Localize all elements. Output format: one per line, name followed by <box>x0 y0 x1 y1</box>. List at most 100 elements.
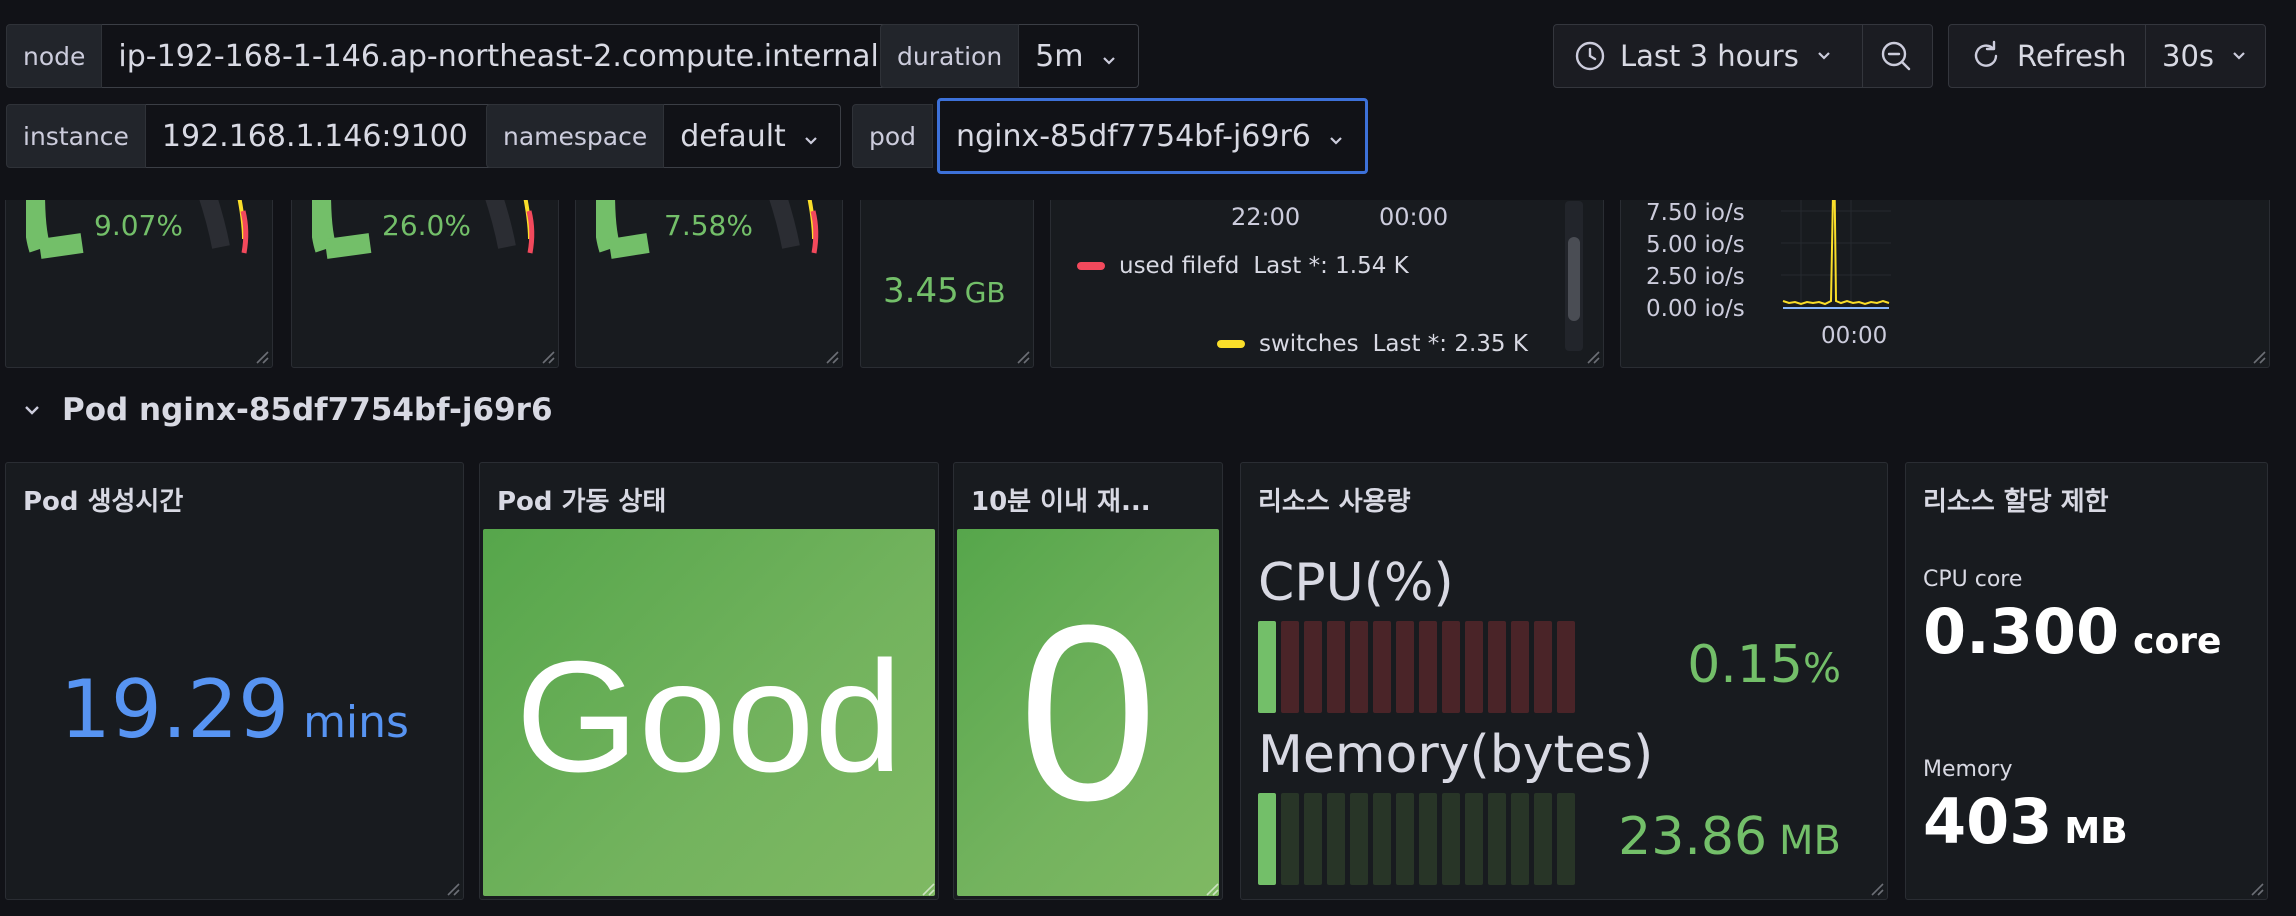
bar-gauge-segment <box>1488 621 1506 713</box>
bar-gauge-segment <box>1442 793 1460 885</box>
refresh-button[interactable]: Refresh <box>1949 25 2145 87</box>
cpu-unit: % <box>1802 646 1841 692</box>
bar-gauge-segment <box>1327 621 1345 713</box>
pod-variable-label: pod <box>852 104 934 168</box>
resize-handle-icon[interactable] <box>253 348 269 364</box>
gauge-value: 26.0% <box>382 209 471 242</box>
x-axis-tick: 22:00 <box>1231 203 1301 231</box>
resize-handle-icon[interactable] <box>1584 348 1600 364</box>
namespace-variable-label: namespace <box>486 104 665 168</box>
bar-gauge-segment <box>1373 621 1391 713</box>
bar-gauge-segment <box>1557 793 1575 885</box>
pod-restarts-panel: 10분 이내 재... 0 <box>953 462 1223 900</box>
bar-gauge-segment <box>1304 621 1322 713</box>
y-axis-labels: 7.50 io/s 5.00 io/s 2.50 io/s 0.00 io/s <box>1646 197 1745 325</box>
node-select[interactable]: ip-192-168-1-146.ap-northeast-2.compute.… <box>102 24 934 88</box>
resize-handle-icon[interactable] <box>1014 348 1030 364</box>
cpu-limit-value: 0.300 <box>1923 595 2120 668</box>
bar-gauge-segment <box>1511 793 1529 885</box>
scrollbar-thumb[interactable] <box>1568 237 1580 321</box>
node-select-value: ip-192-168-1-146.ap-northeast-2.compute.… <box>118 38 879 74</box>
resize-handle-icon[interactable] <box>1868 880 1884 896</box>
resize-handle-icon[interactable] <box>539 348 555 364</box>
status-value: Good <box>515 629 903 805</box>
panel-title[interactable]: 리소스 사용량 <box>1258 481 1411 518</box>
y-axis-tick: 0.00 io/s <box>1646 296 1745 322</box>
gauge-value: 7.58% <box>664 209 753 242</box>
bar-gauge-segment <box>1442 621 1460 713</box>
chevron-down-icon <box>800 125 822 147</box>
refresh-picker: Refresh 30s <box>1948 24 2266 88</box>
refresh-icon <box>1969 39 2003 73</box>
legend-color-swatch <box>1217 340 1245 348</box>
bar-gauge-segment <box>1557 621 1575 713</box>
bar-gauge-segment <box>1534 793 1552 885</box>
row-header-pod[interactable]: Pod nginx-85df7754bf-j69r6 <box>22 392 553 428</box>
node-variable: node ip-192-168-1-146.ap-northeast-2.com… <box>6 24 934 88</box>
pod-status-panel: Pod 가동 상태 Good <box>479 462 939 900</box>
legend-scrollbar[interactable] <box>1565 201 1583 351</box>
resize-handle-icon[interactable] <box>2248 880 2264 896</box>
instance-select-value: 192.168.1.146:9100 <box>161 118 468 154</box>
pod-variable: pod nginx-85df7754bf-j69r6 <box>852 98 1368 174</box>
bar-gauge-segment <box>1511 621 1529 713</box>
memory-limit-value: 403 <box>1923 785 2053 858</box>
bar-gauge-segment <box>1419 793 1437 885</box>
chevron-down-icon <box>2228 45 2250 67</box>
gauge-value: 9.07% <box>94 209 183 242</box>
duration-select[interactable]: 5m <box>1019 24 1139 88</box>
bar-gauge-segment <box>1488 793 1506 885</box>
bar-gauge-segment <box>1281 621 1299 713</box>
stat-unit: mins <box>303 697 409 748</box>
stat-unit: GB <box>964 276 1006 309</box>
resize-handle-icon[interactable] <box>823 348 839 364</box>
namespace-select[interactable]: default <box>664 104 841 168</box>
panel-title[interactable]: 리소스 할당 제한 <box>1923 481 2109 518</box>
bar-gauge-segment <box>1258 793 1276 885</box>
bar-gauge-segment <box>1396 793 1414 885</box>
memory-unit: MB <box>1779 818 1841 864</box>
pod-select[interactable]: nginx-85df7754bf-j69r6 <box>937 98 1368 174</box>
row-title: Pod nginx-85df7754bf-j69r6 <box>62 392 553 428</box>
resize-handle-icon[interactable] <box>1203 880 1219 896</box>
panel-title[interactable]: 10분 이내 재... <box>971 481 1151 518</box>
x-axis-tick: 00:00 <box>1379 203 1449 231</box>
stat-value: 19.29 <box>60 663 290 756</box>
duration-select-value: 5m <box>1035 38 1084 74</box>
resize-handle-icon[interactable] <box>444 880 460 896</box>
resource-usage-panel: 리소스 사용량 CPU(%) 0.15 % Memory(bytes) 23.8… <box>1240 462 1888 900</box>
panel-title[interactable]: Pod 가동 상태 <box>497 481 666 518</box>
legend-name: used filefd <box>1119 253 1240 279</box>
bar-gauge-segment <box>1304 793 1322 885</box>
duration-variable: duration 5m <box>880 24 1139 88</box>
zoom-out-button[interactable] <box>1862 25 1929 87</box>
legend-color-swatch <box>1077 262 1105 270</box>
stat-value: 3.45 <box>883 271 959 311</box>
cpu-gauge-label: CPU(%) <box>1258 553 1454 613</box>
memory-value-group: 23.86 MB <box>1618 807 1841 867</box>
instance-variable: instance 192.168.1.146:9100 <box>6 104 523 168</box>
legend-last: Last *: 1.54 K <box>1253 253 1409 279</box>
memory-bar-gauge <box>1258 793 1575 885</box>
namespace-variable: namespace default <box>486 104 841 168</box>
resize-handle-icon[interactable] <box>2250 348 2266 364</box>
y-axis-tick: 2.50 io/s <box>1646 264 1745 290</box>
panel-title[interactable]: Pod 생성시간 <box>23 481 183 518</box>
chevron-down-icon <box>1098 45 1120 67</box>
y-axis-tick: 5.00 io/s <box>1646 232 1745 258</box>
bar-gauge-segment <box>1258 621 1276 713</box>
time-range-button[interactable]: Last 3 hours <box>1554 25 1862 87</box>
instance-select[interactable]: 192.168.1.146:9100 <box>145 104 523 168</box>
time-range-label: Last 3 hours <box>1620 39 1799 73</box>
cpu-value: 0.15 <box>1687 635 1803 695</box>
time-range-picker: Last 3 hours <box>1553 24 1933 88</box>
resize-handle-icon[interactable] <box>919 880 935 896</box>
pod-created-time-panel: Pod 생성시간 19.29 mins <box>5 462 464 900</box>
zoom-out-icon <box>1879 39 1913 73</box>
memory-value: 23.86 <box>1618 807 1768 867</box>
legend-item[interactable]: switches Last *: 2.35 K <box>1217 331 1528 357</box>
legend-item[interactable]: used filefd Last *: 1.54 K <box>1077 253 1409 279</box>
pod-select-value: nginx-85df7754bf-j69r6 <box>956 118 1311 154</box>
bar-gauge-segment <box>1327 793 1345 885</box>
refresh-interval-select[interactable]: 30s <box>2145 25 2266 87</box>
